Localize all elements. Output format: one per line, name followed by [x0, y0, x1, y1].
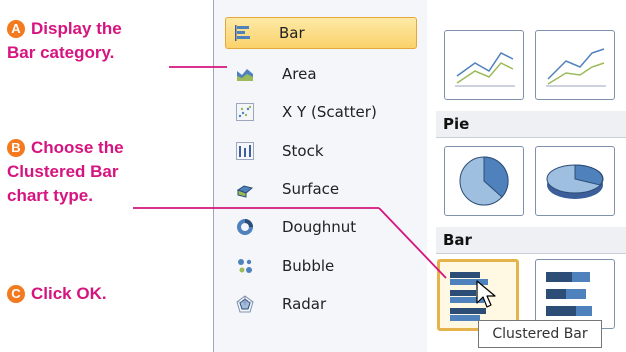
pie-chart-icon: [459, 156, 509, 206]
category-stock[interactable]: Stock: [228, 136, 428, 166]
mouse-pointer-icon: [476, 280, 496, 308]
category-bar[interactable]: Bar: [225, 17, 417, 49]
callout-b: B Choose the Clustered Bar chart type.: [7, 138, 124, 205]
callout-a: A Display the Bar category.: [7, 19, 122, 62]
category-label: Doughnut: [282, 218, 357, 236]
stock-chart-icon: [236, 142, 254, 160]
chart-category-list: Bar Area X Y (Scatter) Stock Surface Dou…: [213, 0, 428, 352]
section-bar: Bar: [436, 227, 626, 254]
category-label: Area: [282, 65, 317, 83]
callout-badge-a: A: [7, 20, 25, 38]
category-label: Surface: [282, 180, 340, 198]
chart-thumb-pie-3d[interactable]: [535, 146, 615, 216]
category-label: Radar: [282, 295, 327, 313]
category-surface[interactable]: Surface: [228, 174, 428, 204]
scatter-chart-icon: [236, 103, 254, 121]
radar-chart-icon: [236, 295, 254, 313]
chart-thumb-stacked-bar[interactable]: [535, 259, 615, 329]
line-chart-icon: [455, 52, 515, 87]
callout-badge-b: B: [7, 139, 25, 157]
category-label: X Y (Scatter): [282, 103, 377, 121]
category-bubble[interactable]: Bubble: [228, 251, 428, 281]
doughnut-chart-icon: [237, 219, 253, 235]
stacked-bar-chart-icon: [546, 272, 592, 316]
callout-badge-c: C: [7, 285, 25, 303]
chart-type-gallery: Pie Bar: [427, 0, 626, 352]
chart-thumb-stacked-line[interactable]: [535, 30, 615, 100]
chart-type-tooltip: Clustered Bar: [478, 320, 602, 348]
category-area[interactable]: Area: [228, 59, 428, 89]
category-label: Bar: [279, 24, 305, 42]
chart-thumb-line[interactable]: [444, 30, 524, 100]
section-pie: Pie: [436, 111, 626, 138]
bar-chart-icon: [235, 25, 250, 41]
category-radar[interactable]: Radar: [228, 289, 428, 319]
chart-thumb-pie[interactable]: [444, 146, 524, 216]
line-chart-icon: [546, 48, 606, 87]
bubble-chart-icon: [238, 259, 252, 273]
area-chart-icon: [237, 69, 253, 81]
surface-chart-icon: [236, 185, 254, 198]
category-scatter[interactable]: X Y (Scatter): [228, 97, 428, 127]
category-label: Bubble: [282, 257, 335, 275]
category-label: Stock: [282, 142, 324, 160]
category-doughnut[interactable]: Doughnut: [228, 212, 428, 242]
pie-3d-chart-icon: [546, 164, 604, 199]
callout-c: C Click OK.: [7, 282, 107, 306]
